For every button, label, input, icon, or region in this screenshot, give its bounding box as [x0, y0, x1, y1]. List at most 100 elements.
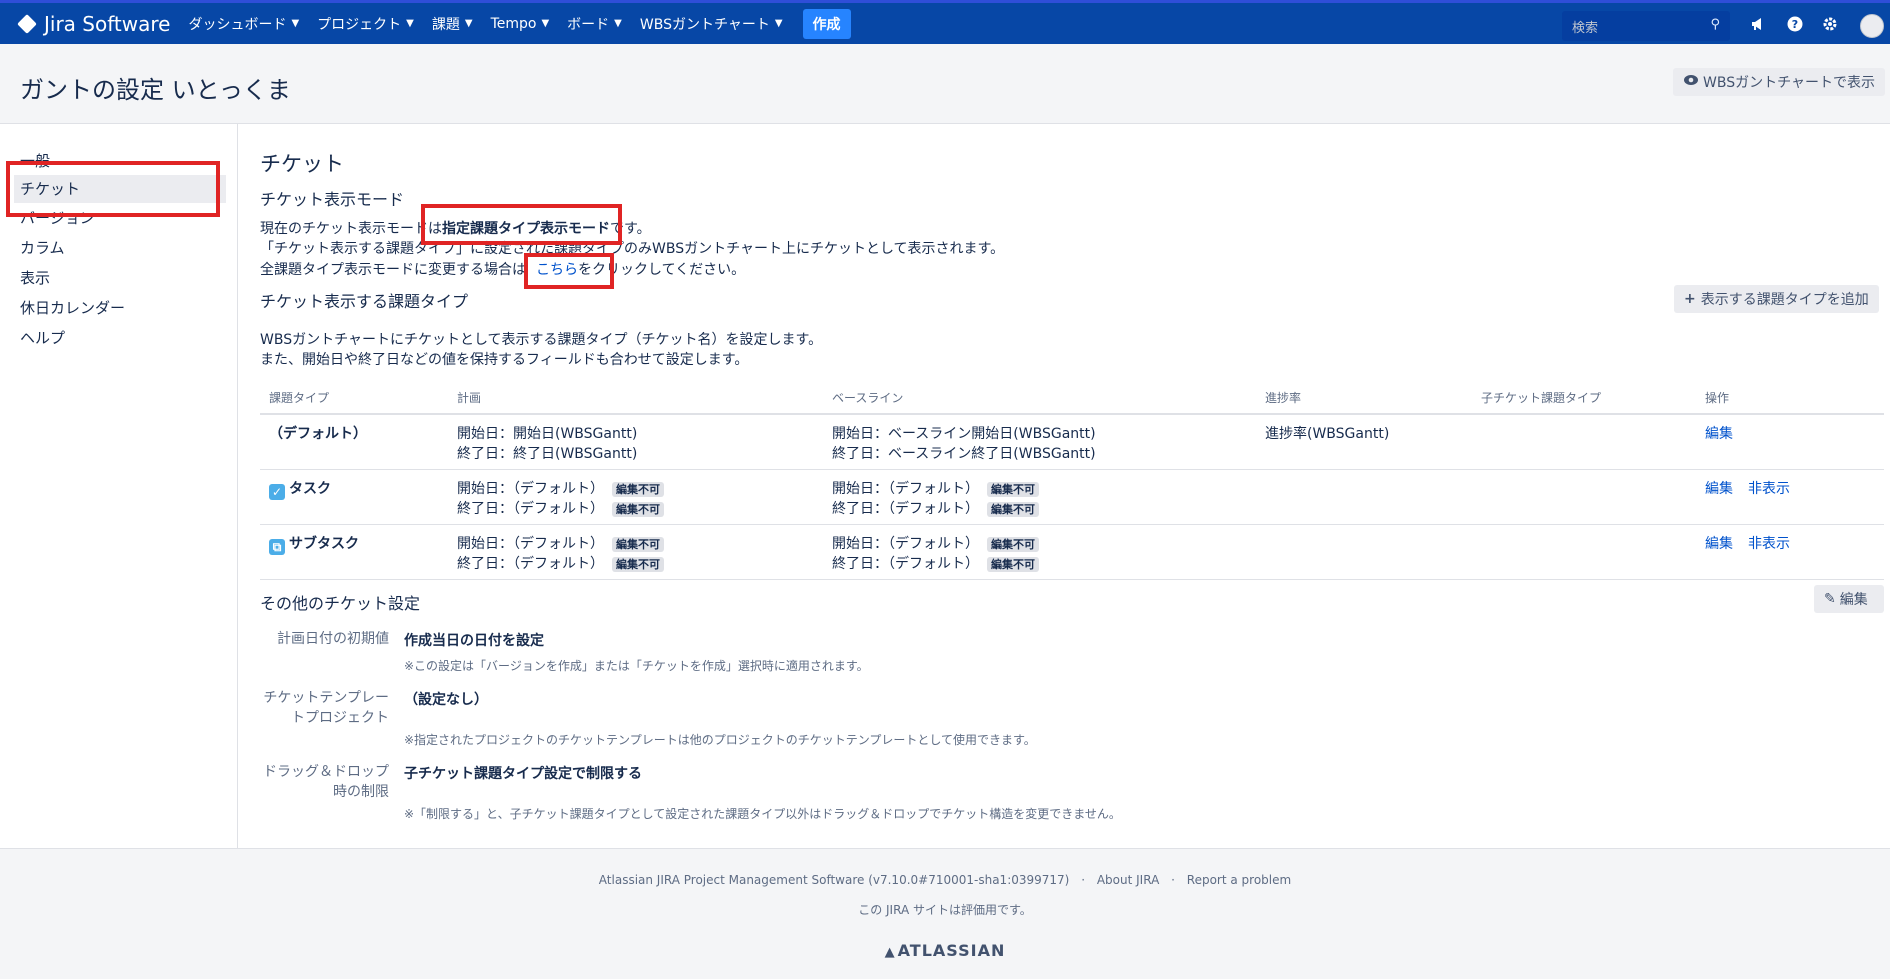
add-issue-type-label: 表示する課題タイプを追加	[1700, 292, 1869, 308]
eye-icon	[1683, 74, 1699, 90]
sidebar-item-help[interactable]: ヘルプ	[14, 324, 226, 352]
setting-label-line-2: トプロジェクト	[291, 710, 389, 726]
main-content: チケット チケット表示モード 現在のチケット表示モードは指定課題タイプ表示モード…	[239, 124, 1890, 848]
sidebar-item-ticket[interactable]: チケット	[14, 175, 226, 203]
row-baseline-start: 開始日：（デフォルト） 編集不可	[832, 533, 1039, 553]
edit-other-settings-button[interactable]: ✎ 編集	[1814, 585, 1884, 613]
row-plan-end-label: 終了日：（デフォルト）	[457, 556, 604, 572]
mode-heading: チケット表示モード	[260, 190, 405, 209]
row-baseline-start-label: 開始日：（デフォルト）	[832, 536, 979, 552]
subtask-icon: ⧉	[269, 539, 285, 555]
row-issue-type-label: サブタスク	[289, 536, 359, 552]
setting-label-line-2: 時の制限	[333, 784, 389, 800]
row-hide-link[interactable]: 非表示	[1748, 533, 1790, 553]
not-editable-badge: 編集不可	[612, 557, 664, 572]
footer-about-link[interactable]: About JIRA	[1097, 873, 1159, 887]
chevron-down-icon: ▼	[464, 18, 473, 29]
row-divider	[260, 579, 1884, 580]
row-divider	[260, 469, 1884, 470]
row-baseline-end-label: 終了日：（デフォルト）	[832, 556, 979, 572]
row-divider	[260, 524, 1884, 525]
search-icon: ⚲	[1710, 17, 1720, 32]
gear-icon[interactable]	[1821, 16, 1839, 34]
add-issue-type-button[interactable]: + 表示する課題タイプを追加	[1674, 285, 1879, 313]
nav-issues-label: 課題	[431, 16, 460, 33]
megaphone-icon[interactable]	[1749, 16, 1767, 34]
not-editable-badge: 編集不可	[612, 537, 664, 552]
sidebar-item-display[interactable]: 表示	[14, 264, 226, 292]
other-settings-heading: その他のチケット設定	[260, 594, 421, 613]
not-editable-badge: 編集不可	[987, 557, 1039, 572]
mode-line-3-suffix: をクリックしてください。	[578, 262, 746, 278]
not-editable-badge: 編集不可	[612, 502, 664, 517]
row-plan-start: 開始日：開始日(WBSGantt)	[457, 426, 638, 442]
nav-projects-label: プロジェクト	[317, 16, 402, 33]
top-navigation-bar: Jira Software ダッシュボード ▼ プロジェクト ▼ 課題 ▼ Tempo…	[0, 0, 1890, 44]
col-header-issue-type: 課題タイプ	[269, 391, 330, 405]
row-baseline-end: 終了日：ベースライン終了日(WBSGantt)	[832, 446, 1096, 462]
settings-sidebar: 一般 チケット バージョン カラム 表示 休日カレンダー ヘルプ	[0, 124, 238, 848]
footer-separator: ·	[1081, 873, 1086, 887]
col-header-actions: 操作	[1705, 391, 1730, 405]
nav-dashboard[interactable]: ダッシュボード ▼	[188, 14, 299, 34]
col-header-child-type: 子チケット課題タイプ	[1481, 391, 1602, 405]
row-plan-start-label: 開始日：（デフォルト）	[457, 536, 604, 552]
sidebar-item-column[interactable]: カラム	[14, 234, 226, 262]
nav-issues[interactable]: 課題 ▼	[432, 14, 473, 34]
footer-eval-note: この JIRA サイトは評価用です。	[858, 903, 1032, 917]
sidebar-item-general[interactable]: 一般	[14, 147, 226, 175]
section-title: チケット	[260, 152, 344, 176]
user-avatar[interactable]	[1860, 14, 1884, 38]
change-mode-link[interactable]: こちら	[536, 262, 578, 278]
nav-boards-label: ボード	[567, 16, 610, 33]
col-header-progress: 進捗率	[1265, 391, 1302, 405]
search-placeholder: 検索	[1572, 20, 1599, 36]
footer-report-link[interactable]: Report a problem	[1187, 873, 1291, 887]
setting-value: 子チケット課題タイプ設定で制限する	[404, 766, 642, 782]
setting-label: ドラッグ＆ドロップ	[263, 764, 389, 780]
sidebar-item-holiday-calendar[interactable]: 休日カレンダー	[14, 294, 226, 322]
row-edit-link[interactable]: 編集	[1705, 478, 1733, 498]
plus-icon: +	[1684, 291, 1696, 307]
jira-logo[interactable]: Jira Software	[17, 12, 170, 36]
view-in-wbs-gantt-button[interactable]: WBSガントチャートで表示	[1673, 68, 1885, 96]
col-header-plan: 計画	[457, 391, 482, 405]
row-baseline-end: 終了日：（デフォルト） 編集不可	[832, 498, 1039, 518]
table-header-divider	[260, 413, 1884, 415]
nav-projects[interactable]: プロジェクト ▼	[317, 14, 414, 34]
task-checkbox-icon: ✓	[269, 484, 285, 500]
search-input[interactable]: 検索 ⚲	[1562, 11, 1730, 41]
atlassian-logo[interactable]: ▲ ATLASSIAN	[0, 941, 1890, 960]
mode-line-3-prefix: 全課題タイプ表示モードに変更する場合は	[260, 262, 526, 278]
row-edit-link[interactable]: 編集	[1705, 533, 1733, 553]
row-plan-start-label: 開始日：（デフォルト）	[457, 481, 604, 497]
help-icon[interactable]: ?	[1786, 16, 1804, 34]
row-plan-end: 終了日：（デフォルト） 編集不可	[457, 553, 664, 573]
setting-value: （設定なし）	[404, 692, 488, 708]
atlassian-wordmark: ATLASSIAN	[897, 941, 1006, 960]
setting-note: ※「制限する」と、子チケット課題タイプとして設定された課題タイプ以外はドラッグ＆…	[404, 807, 1121, 821]
row-edit-link[interactable]: 編集	[1705, 423, 1733, 443]
row-baseline-end-label: 終了日：（デフォルト）	[832, 501, 979, 517]
mode-line-1-prefix: 現在のチケット表示モードは	[260, 221, 442, 237]
nav-tempo[interactable]: Tempo ▼	[491, 16, 550, 32]
row-issue-type: ⧉ サブタスク	[269, 533, 359, 555]
atlassian-triangle-icon: ▲	[884, 945, 895, 960]
nav-tempo-label: Tempo	[490, 15, 537, 32]
sidebar-item-version[interactable]: バージョン	[14, 204, 226, 232]
setting-value: 作成当日の日付を設定	[404, 633, 544, 649]
row-hide-link[interactable]: 非表示	[1748, 478, 1790, 498]
nav-boards[interactable]: ボード ▼	[567, 14, 622, 34]
jira-diamond-icon	[17, 13, 37, 34]
nav-wbs-gantt[interactable]: WBSガントチャート ▼	[640, 14, 783, 34]
footer-links: Atlassian JIRA Project Management Softwa…	[0, 873, 1890, 887]
not-editable-badge: 編集不可	[612, 482, 664, 497]
types-desc-1: WBSガントチャートにチケットとして表示する課題タイプ（チケット名）を設定します…	[260, 332, 823, 348]
page-footer: Atlassian JIRA Project Management Softwa…	[0, 848, 1890, 979]
create-button[interactable]: 作成	[802, 8, 851, 39]
edit-other-settings-label: 編集	[1839, 592, 1868, 608]
not-editable-badge: 編集不可	[987, 537, 1039, 552]
row-issue-type: （デフォルト）	[269, 426, 367, 442]
nav-dashboard-label: ダッシュボード	[188, 16, 287, 33]
mode-line-1-suffix: です。	[610, 221, 651, 237]
